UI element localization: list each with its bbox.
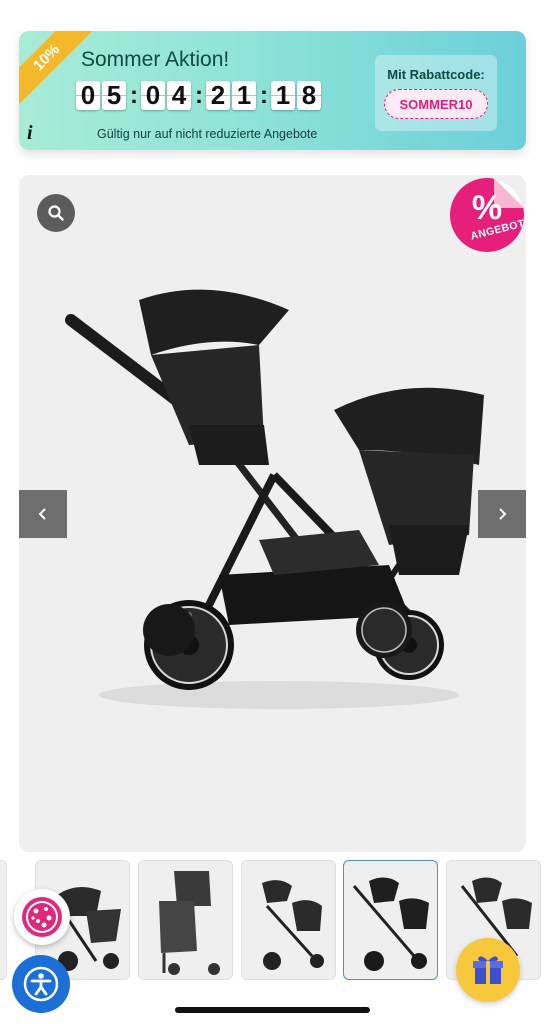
promo-banner[interactable]: 10% Sommer Aktion! 0 5 : 0 4 : 2 1 : 1 8… [19, 31, 526, 150]
countdown-digit: 1 [232, 80, 256, 110]
thumbnail[interactable] [0, 860, 7, 980]
coupon-label: Mit Rabattcode: [387, 67, 485, 82]
accessibility-button[interactable] [12, 955, 70, 1013]
chevron-right-icon [499, 508, 507, 520]
countdown-digit: 1 [271, 80, 295, 110]
countdown-separator: : [195, 81, 203, 109]
countdown-digit: 5 [102, 80, 126, 110]
countdown-separator: : [260, 81, 268, 109]
thumbnail[interactable] [138, 860, 233, 980]
chevron-left-icon [38, 508, 46, 520]
home-indicator [175, 1007, 370, 1013]
countdown-digit: 0 [76, 80, 100, 110]
countdown-digit: 0 [141, 80, 165, 110]
gift-icon [473, 956, 503, 984]
countdown-digit: 4 [167, 80, 191, 110]
thumbnail-image [262, 880, 324, 970]
promo-title: Sommer Aktion! [81, 48, 230, 71]
info-icon[interactable]: i [27, 122, 33, 145]
promo-note: Gültig nur auf nicht reduzierte Angebote [97, 127, 318, 141]
coupon-box[interactable]: Mit Rabattcode: SOMMER10 [375, 55, 497, 131]
search-icon [48, 205, 64, 221]
cookie-icon [22, 897, 62, 937]
cookie-settings-button[interactable] [14, 889, 70, 945]
countdown-timer: 0 5 : 0 4 : 2 1 : 1 8 [76, 80, 323, 110]
zoom-button[interactable] [37, 194, 75, 232]
countdown-digit: 8 [297, 80, 321, 110]
stroller-image [65, 289, 484, 709]
thumbnail-image [159, 871, 220, 975]
thumbnail-image [352, 877, 429, 971]
countdown-separator: : [130, 81, 138, 109]
countdown-digit: 2 [206, 80, 230, 110]
coupon-code[interactable]: SOMMER10 [384, 89, 488, 119]
accessibility-icon [23, 966, 59, 1002]
product-image-gallery[interactable]: % ANGEBOT [19, 175, 526, 852]
thumbnail-active[interactable] [343, 860, 438, 980]
sale-badge: % ANGEBOT [450, 178, 524, 252]
gift-button[interactable] [456, 938, 520, 1002]
thumbnail[interactable] [241, 860, 336, 980]
